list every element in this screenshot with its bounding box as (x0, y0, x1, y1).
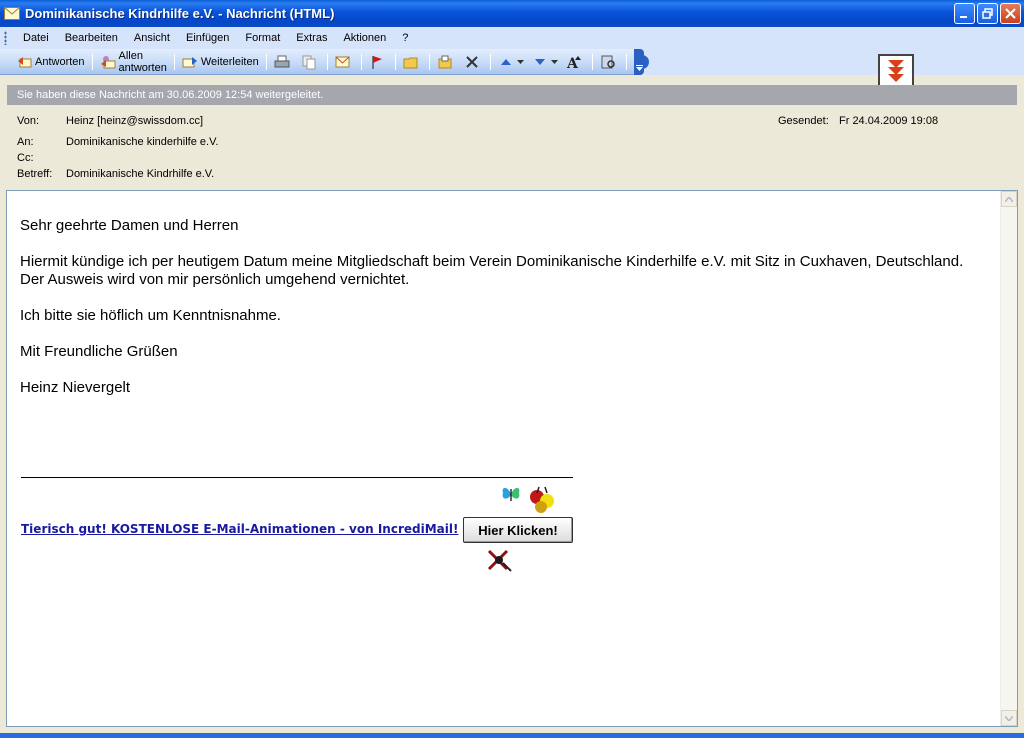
previous-item-button[interactable] (494, 51, 528, 73)
paragraph-1-line-2: Der Ausweis wird von mir persönlich umge… (20, 271, 410, 288)
window-title: Dominikanische Kindrhilfe e.V. - Nachric… (25, 6, 335, 21)
menu-format[interactable]: Format (237, 32, 288, 44)
scroll-down-button[interactable] (1001, 710, 1017, 726)
chevron-up-icon (1005, 196, 1013, 202)
reply-button[interactable]: Antworten (12, 51, 89, 73)
divider (21, 477, 573, 478)
close-button[interactable] (1000, 3, 1021, 24)
menu-edit[interactable]: Bearbeiten (57, 32, 126, 44)
toolbar-separator (265, 53, 267, 70)
toolbar-separator (489, 53, 491, 70)
chevron-down-icon (516, 56, 524, 68)
chevron-down-icon (1005, 715, 1013, 721)
menu-bar: Datei Bearbeiten Ansicht Einfügen Format… (0, 27, 1024, 49)
butterfly-icon (501, 485, 521, 506)
paragraph-1-line-1: Hiermit kündige ich per heutigem Datum m… (20, 253, 964, 270)
sent-label: Gesendet: (778, 115, 829, 127)
forward-button[interactable]: Weiterleiten (178, 51, 263, 73)
toolbar-separator (625, 53, 627, 70)
copy-icon (301, 54, 317, 70)
toolbar-separator (91, 53, 93, 70)
envelope-folder-icon (335, 54, 351, 70)
reply-label: Antworten (35, 55, 85, 68)
menu-tools[interactable]: Extras (288, 32, 335, 44)
expand-header-button[interactable] (878, 54, 914, 88)
message-body[interactable]: Sehr geehrte Damen und Herren Hiermit kü… (6, 190, 1018, 727)
close-icon (1005, 8, 1016, 19)
menu-view[interactable]: Ansicht (126, 32, 178, 44)
reply-all-icon (100, 54, 116, 70)
delete-x-icon (464, 54, 480, 70)
from-label: Von: (17, 115, 40, 127)
chevron-down-icon (550, 56, 558, 68)
open-folder-button[interactable] (399, 51, 426, 73)
menu-insert[interactable]: Einfügen (178, 32, 237, 44)
address-book-button[interactable] (596, 51, 623, 73)
folder-icon (403, 54, 419, 70)
address-book-icon (600, 54, 616, 70)
toolbar-separator (428, 53, 430, 70)
paragraph-2: Ich bitte sie höflich um Kenntnisnahme. (20, 307, 281, 324)
flag-icon (369, 54, 385, 70)
move-button[interactable] (433, 51, 460, 73)
menu-grip[interactable] (4, 31, 7, 45)
menu-actions[interactable]: Aktionen (335, 32, 394, 44)
menu-help[interactable]: ? (394, 32, 416, 44)
window-bottom-border (0, 733, 1024, 738)
vertical-scrollbar[interactable] (1000, 191, 1017, 726)
minimize-icon (960, 16, 967, 18)
subject-label: Betreff: (17, 168, 53, 180)
closing: Mit Freundliche Grüßen (20, 343, 178, 360)
printer-icon (274, 54, 290, 70)
font-size-button[interactable]: A (562, 51, 589, 73)
arrow-down-icon (532, 54, 548, 70)
menu-file[interactable]: Datei (15, 32, 57, 44)
toolbar-background (644, 49, 1024, 75)
message-header: Von: Heinz [heinz@swissdom.cc] Gesendet:… (0, 105, 1024, 190)
greeting: Sehr geehrte Damen und Herren (20, 217, 239, 234)
message-text: Sehr geehrte Damen und Herren Hiermit kü… (20, 217, 980, 415)
toolbar-separator (394, 53, 396, 70)
info-bar: Sie haben diese Nachricht am 30.06.2009 … (7, 85, 1017, 105)
follow-up-flag-button[interactable] (365, 51, 392, 73)
toolbar-options-button[interactable] (634, 49, 644, 75)
print-button[interactable] (270, 51, 297, 73)
chevron-down-icon (635, 65, 643, 71)
ant-icon (485, 547, 513, 576)
double-chevron-down-icon (888, 60, 904, 82)
envelope-icon (4, 6, 20, 21)
reply-icon (16, 54, 32, 70)
next-item-button[interactable] (528, 51, 562, 73)
move-icon (437, 54, 453, 70)
from-value[interactable]: Heinz [heinz@swissdom.cc] (66, 115, 203, 127)
forward-label: Weiterleiten (200, 55, 259, 68)
reply-all-button[interactable]: Allen antworten (96, 49, 171, 74)
click-here-button[interactable]: Hier Klicken! (463, 517, 573, 543)
cc-label: Cc: (17, 152, 34, 164)
toolbar-separator (326, 53, 328, 70)
sent-value: Fr 24.04.2009 19:08 (839, 115, 939, 127)
forward-icon (182, 54, 198, 70)
signature: Heinz Nievergelt (20, 379, 131, 396)
delete-button[interactable] (460, 51, 487, 73)
scroll-up-button[interactable] (1001, 191, 1017, 207)
restore-icon (982, 8, 993, 19)
title-bar: Dominikanische Kindrhilfe e.V. - Nachric… (0, 0, 1024, 27)
toolbar: Antworten Allen antworten Weiterleiten A (0, 49, 649, 75)
to-value[interactable]: Dominikanische kinderhilfe e.V. (66, 136, 218, 148)
bug-animation-icon (525, 485, 561, 518)
subject-value: Dominikanische Kindrhilfe e.V. (66, 168, 215, 180)
font-size-icon: A (566, 54, 582, 70)
restore-button[interactable] (977, 3, 998, 24)
toolbar-separator (591, 53, 593, 70)
minimize-button[interactable] (954, 3, 975, 24)
toolbar-separator (360, 53, 362, 70)
move-to-folder-button[interactable] (331, 51, 358, 73)
reply-all-label: Allen antworten (118, 49, 167, 74)
copy-button[interactable] (297, 51, 324, 73)
arrow-up-icon (498, 54, 514, 70)
to-label: An: (17, 136, 34, 148)
incredimail-ad-link[interactable]: Tierisch gut! KOSTENLOSE E-Mail-Animatio… (21, 522, 458, 536)
toolbar-separator (173, 53, 175, 70)
